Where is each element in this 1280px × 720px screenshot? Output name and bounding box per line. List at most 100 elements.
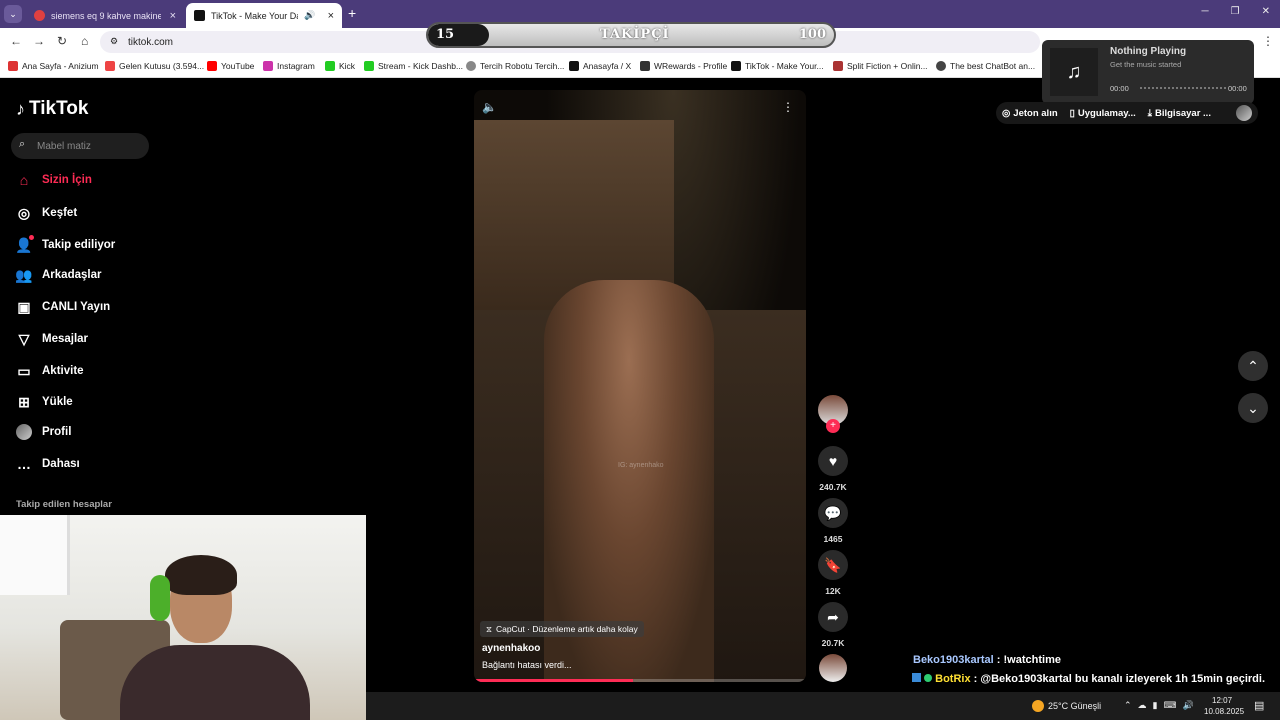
user-avatar[interactable] [1236,105,1252,121]
forward-icon[interactable]: → [33,34,45,48]
tiktok-icon [731,61,741,71]
globe-icon [466,61,476,71]
url-text: tiktok.com [128,36,174,48]
video-username[interactable]: aynenhakoo [482,643,540,654]
tray-icons[interactable]: ⌃☁▮⌨🔊 [1124,700,1200,711]
chat-user: Beko1903kartal [913,654,994,666]
comment-count: 1465 [823,534,843,544]
phone-icon: ▯ [1069,107,1075,119]
mute-icon[interactable]: 🔈 [482,100,497,114]
nav-item-messages[interactable]: ▽ Mesajlar [16,331,88,347]
video-caption: Bağlantı hatası verdi... [482,660,572,670]
tiktok-logo[interactable]: ♪ TikTok [16,98,88,120]
site-info-icon[interactable]: ⚙ [110,36,118,47]
chat-text: !watchtime [1003,654,1061,666]
follow-plus-icon[interactable]: + [826,419,840,433]
bookmark-item[interactable]: Gelen Kutusu (3.594... [105,61,204,71]
weather-widget[interactable]: 25°C Güneşli [1032,700,1101,712]
webcam-person-body [120,645,310,720]
bookmark-icon: 🔖 [818,550,848,580]
media-subtitle: Get the music started [1110,60,1182,69]
media-popup[interactable]: ♫ Nothing Playing Get the music started … [1042,40,1254,104]
nav-item-for-you[interactable]: ⌂ Sizin İçin [16,172,92,188]
notification-icon[interactable]: ▤ [1254,699,1264,712]
bookmark-item[interactable]: TikTok - Make Your... [731,61,824,71]
clock-date[interactable]: 10.08.2025 [1204,707,1244,716]
new-tab-button[interactable]: + [348,5,356,21]
share-count: 20.7K [821,638,845,648]
followed-accounts-title: Takip edilen hesaplar [16,499,112,510]
get-app-link[interactable]: ▯ Uygulamay... [1070,108,1136,119]
video-progress-track[interactable] [474,679,806,682]
like-button[interactable]: ♥ 240.7K [818,446,848,492]
bookmark-item[interactable]: Instagram [263,61,315,71]
close-tab-icon[interactable]: × [328,10,334,22]
follower-current: 15 [436,27,455,42]
bookmark-item[interactable]: Stream - Kick Dashb... [364,61,463,71]
chat-text: @Beko1903kartal bu kanalı izleyerek 1h 1… [980,673,1266,685]
media-title: Nothing Playing [1110,46,1187,57]
creator-avatar[interactable]: + [818,395,848,433]
clock-time[interactable]: 12:07 [1212,696,1232,705]
share-button[interactable]: ➦ 20.7K [818,602,848,648]
window-controls: ─ ❐ ✕ [1202,6,1270,17]
home-browser-icon[interactable]: ⌂ [81,34,88,48]
bookmark-item[interactable]: YouTube [207,61,254,71]
follower-target: 100 [798,27,826,42]
comment-button[interactable]: 💬 1465 [818,498,848,544]
next-video-button[interactable]: ⌄ [1238,393,1268,423]
tab-tiktok[interactable]: TikTok - Make Your Day 🔊 × [186,3,342,28]
video-more-icon[interactable]: ⋮ [782,100,794,114]
bookmark-item[interactable]: Tercih Robotu Tercih... [466,61,564,71]
sound-avatar[interactable] [818,654,848,682]
restore-icon[interactable]: ❐ [1231,6,1240,17]
capcut-tag[interactable]: ⧖ CapCut · Düzenleme artık daha kolay [480,621,644,637]
bookmark-item[interactable]: Split Fiction + Onlin... [833,61,928,71]
save-button[interactable]: 🔖 12K [818,550,848,596]
nav-item-live[interactable]: ▣ CANLI Yayın [16,299,110,315]
get-pc-app-link[interactable]: ⤓ Bilgisayar ... [1148,108,1211,119]
video-player[interactable]: 🔈 ⋮ IG: aynenhako ⧖ CapCut · Düzenleme ar… [474,90,806,682]
chatbot-icon [936,61,946,71]
brand-name: TikTok [29,98,89,119]
tab-siemens[interactable]: siemens eq 9 kahve makinesi M × [26,3,184,28]
chat-message: BotRix : @Beko1903kartal bu kanalı izley… [912,673,1265,685]
more-icon: … [17,456,31,472]
nav-item-friends[interactable]: 👥 Arkadaşlar [15,266,101,283]
nav-item-explore[interactable]: ◎ Keşfet [16,205,77,221]
nav-item-more[interactable]: … Dahası [16,456,80,472]
nav-item-following[interactable]: 👤 Takip ediliyor [15,235,115,253]
x-icon [569,61,579,71]
bookmark-item[interactable]: The best ChatBot an... [936,61,1035,71]
bookmark-item[interactable]: Ana Sayfa - Anizium [8,61,99,71]
back-icon[interactable]: ← [10,34,22,48]
like-count: 240.7K [819,482,847,492]
get-coins-link[interactable]: ◎ Jeton alın [1002,108,1058,119]
webcam-overlay [0,515,366,720]
comment-icon: 💬 [818,498,848,528]
bot-badge-icon [912,673,921,682]
bookmark-item[interactable]: Kick [325,61,355,71]
browser-menu-icon[interactable]: ⋮ [1262,34,1274,48]
tiktok-favicon-icon [194,10,205,21]
search-input[interactable]: ⌕ Mabel matiz [11,133,149,159]
chat-separator: : [993,654,1004,666]
top-right-bar: ◎ Jeton alın ▯ Uygulamay... ⤓ Bilgisayar ..… [996,102,1258,124]
close-window-icon[interactable]: ✕ [1262,6,1270,17]
tab-list-button[interactable]: ⌄ [4,5,22,23]
audio-playing-icon[interactable]: 🔊 [304,10,315,21]
friends-icon: 👥 [15,266,33,283]
search-icon: ⌕ [19,138,26,150]
nav-item-activity[interactable]: ▭ Aktivite [16,363,83,379]
bookmark-item[interactable]: Anasayfa / X [569,61,631,71]
reload-icon[interactable]: ↻ [57,34,67,48]
previous-video-button[interactable]: ⌃ [1238,351,1268,381]
minimize-icon[interactable]: ─ [1202,6,1209,17]
bookmark-item[interactable]: WRewards - Profile [640,61,727,71]
nav-item-profile[interactable]: Profil [16,424,71,440]
media-seek-bar[interactable] [1140,87,1226,90]
video-watermark: IG: aynenhako [618,462,664,469]
close-tab-icon[interactable]: × [170,10,176,22]
nav-item-upload[interactable]: ⊞ Yükle [16,394,73,410]
search-placeholder: Mabel matiz [37,140,91,152]
